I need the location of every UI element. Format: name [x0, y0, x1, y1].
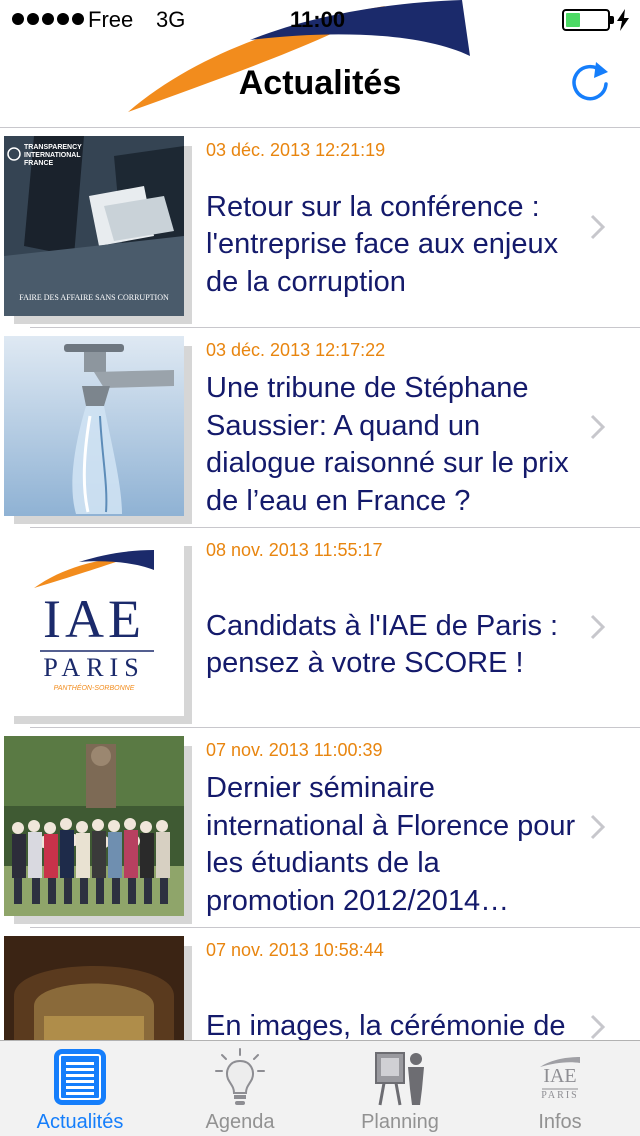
news-thumbnail	[4, 736, 192, 924]
news-title: Dernier séminaire international à Floren…	[206, 772, 576, 917]
tab-actualites[interactable]: Actualités	[0, 1041, 160, 1136]
battery-icon	[562, 9, 614, 31]
news-date: 08 nov. 2013 11:55:17	[206, 540, 383, 560]
news-title: Candidats à l'IAE de Paris : pensez à vo…	[206, 609, 559, 680]
charging-bolt-icon	[617, 9, 629, 31]
news-item[interactable]: IAE PARIS PANTHÉON-SORBONNE 08 nov. 2013…	[0, 528, 640, 728]
status-time: 11:00	[290, 7, 346, 32]
news-thumbnail	[4, 936, 192, 1040]
tab-planning[interactable]: Planning	[320, 1041, 480, 1136]
signal-strength-icon	[12, 13, 84, 25]
news-item[interactable]: 03 déc. 2013 12:17:22 Une tribune de Sté…	[0, 328, 640, 528]
chevron-right-icon	[590, 414, 606, 440]
chevron-right-icon	[590, 814, 606, 840]
tab-label: Infos	[538, 1111, 582, 1133]
presentation-board-icon	[372, 1047, 428, 1107]
news-item[interactable]: TRANSPARENCY INTERNATIONAL FRANCE FAIRE …	[0, 128, 640, 328]
tab-bar: Actualités Agenda Planning IAE PARIS Inf…	[0, 1040, 640, 1136]
news-thumbnail: TRANSPARENCY INTERNATIONAL FRANCE FAIRE …	[4, 136, 192, 324]
carrier-name: Free	[88, 7, 134, 32]
iae-logo-subtitle: PANTHÉON-SORBONNE	[53, 685, 135, 692]
status-bar: Free 3G 11:00	[0, 0, 640, 40]
tab-label: Planning	[361, 1111, 439, 1133]
news-item[interactable]: 07 nov. 2013 11:00:39 Dernier séminaire …	[0, 728, 640, 928]
news-thumbnail: IAE PARIS PANTHÉON-SORBONNE	[4, 536, 192, 724]
news-title: Une tribune de Stéphane Saussier: A quan…	[206, 372, 569, 517]
news-date: 07 nov. 2013 10:58:44	[206, 940, 384, 960]
tab-label: Actualités	[36, 1111, 124, 1133]
iae-logo-top: IAE	[43, 589, 145, 649]
tab-label: Agenda	[205, 1111, 275, 1133]
tab-agenda[interactable]: Agenda	[160, 1041, 320, 1136]
news-date: 03 déc. 2013 12:17:22	[206, 340, 386, 360]
tab-infos[interactable]: IAE PARIS Infos	[480, 1041, 640, 1136]
lightbulb-icon	[212, 1047, 268, 1107]
infos-logo-top: IAE	[543, 1065, 577, 1087]
news-list[interactable]: TRANSPARENCY INTERNATIONAL FRANCE FAIRE …	[0, 128, 640, 1040]
news-list-icon	[52, 1047, 108, 1107]
news-date: 07 nov. 2013 11:00:39	[206, 740, 383, 760]
chevron-right-icon	[590, 614, 606, 640]
news-title: Retour sur la conférence : l'entreprise …	[206, 190, 559, 298]
chevron-right-icon	[590, 1014, 606, 1040]
thumbnail-caption: FAIRE DES AFFAIRE SANS CORRUPTION	[19, 293, 169, 302]
news-date: 03 déc. 2013 12:21:19	[206, 140, 386, 160]
network-type: 3G	[156, 7, 186, 32]
iae-paris-logo-icon: IAE PARIS	[532, 1047, 588, 1107]
refresh-icon[interactable]	[566, 58, 614, 106]
chevron-right-icon	[590, 214, 606, 240]
thumbnail-brand-text: TRANSPARENCY INTERNATIONAL FRANCE	[24, 144, 82, 167]
iae-logo-bottom: PARIS	[43, 653, 145, 682]
page-title: Actualités	[238, 64, 402, 102]
news-item[interactable]: 07 nov. 2013 10:58:44 En images, la céré…	[0, 928, 640, 1040]
news-thumbnail	[4, 336, 192, 524]
infos-logo-bottom: PARIS	[541, 1090, 579, 1101]
news-title: En images, la cérémonie de remise des di…	[206, 1009, 566, 1041]
